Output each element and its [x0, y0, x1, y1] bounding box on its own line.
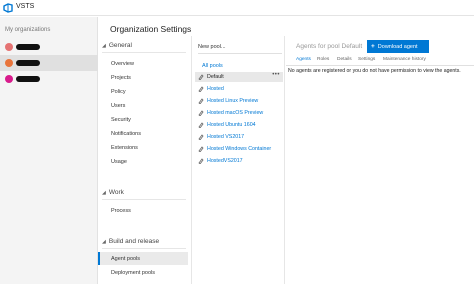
pool-label: Hosted Windows Container — [207, 146, 272, 152]
vsts-logo-icon[interactable] — [3, 3, 13, 13]
nav-item-extensions[interactable]: Extensions — [111, 145, 138, 151]
tab-maintenance-history[interactable]: Maintenance history — [383, 57, 426, 62]
page-title: Organization Settings — [110, 24, 192, 34]
nav-item-policy[interactable]: Policy — [111, 89, 126, 95]
nav-item-usage[interactable]: Usage — [111, 159, 127, 165]
agent-pools-pane: New pool... All pools Default ••• Hosted… — [191, 36, 285, 284]
more-options-icon[interactable]: ••• — [272, 72, 280, 78]
agent-pool-icon — [198, 98, 204, 104]
redacted-org-name — [16, 60, 40, 66]
pool-label: Default — [207, 74, 224, 80]
agent-pool-icon — [198, 86, 204, 92]
nav-section-build-and-release[interactable]: ◢ Build and release — [102, 238, 159, 245]
nav-item-agent-pools[interactable]: Agent pools — [111, 256, 140, 262]
agent-pool-icon — [198, 158, 204, 164]
nav-item-notifications[interactable]: Notifications — [111, 131, 141, 137]
nav-section-label: Build and release — [108, 238, 160, 245]
nav-item-projects[interactable]: Projects — [111, 75, 131, 81]
pool-item-hosted-macos-preview[interactable]: Hosted macOS Preview — [195, 108, 283, 118]
org-avatar — [5, 43, 13, 51]
pool-label: HostedVS2017 — [207, 158, 243, 164]
nav-item-deployment-pools[interactable]: Deployment pools — [111, 270, 155, 276]
divider — [198, 53, 282, 54]
pool-item-hostedvs2017[interactable]: HostedVS2017 — [195, 156, 283, 166]
pool-label: Hosted Ubuntu 1604 — [207, 122, 256, 128]
pool-label: Hosted — [207, 86, 224, 92]
pool-item-hosted-linux-preview[interactable]: Hosted Linux Preview — [195, 96, 283, 106]
divider — [102, 52, 186, 53]
divider — [102, 199, 186, 200]
divider — [286, 65, 474, 66]
agent-pool-icon — [198, 110, 204, 116]
download-agent-button[interactable]: + Download agent — [367, 40, 429, 53]
pool-item-hosted-ubuntu-1604[interactable]: Hosted Ubuntu 1604 — [195, 120, 283, 130]
nav-item-users[interactable]: Users — [111, 103, 125, 109]
empty-state-message: No agents are registered or you do not h… — [288, 68, 461, 74]
pool-item-default[interactable]: Default ••• — [195, 72, 283, 82]
new-pool-button[interactable]: New pool... — [198, 44, 226, 50]
pool-detail-pane: Agents for pool Default + Download agent … — [286, 36, 474, 284]
settings-nav: ◢ General Overview Projects Policy Users … — [98, 36, 190, 284]
agent-pool-icon — [198, 74, 204, 80]
tab-agents[interactable]: Agents — [296, 57, 311, 62]
org-item[interactable] — [0, 39, 98, 55]
top-bar: VSTS — [0, 0, 474, 16]
pool-label: Hosted Linux Preview — [207, 98, 259, 104]
nav-item-overview[interactable]: Overview — [111, 61, 134, 67]
app-name[interactable]: VSTS — [16, 3, 34, 10]
tab-settings[interactable]: Settings — [358, 57, 375, 62]
nav-section-label: General — [108, 42, 132, 49]
plus-icon: + — [371, 43, 375, 50]
chevron-down-icon: ◢ — [102, 190, 106, 196]
chevron-down-icon: ◢ — [102, 239, 106, 245]
nav-item-process[interactable]: Process — [111, 208, 131, 214]
pool-item-hosted-windows-container[interactable]: Hosted Windows Container — [195, 144, 283, 154]
nav-item-security[interactable]: Security — [111, 117, 131, 123]
pool-detail-title: Agents for pool Default — [296, 43, 363, 50]
chevron-down-icon: ◢ — [102, 43, 106, 49]
tab-details[interactable]: Details — [337, 57, 352, 62]
organizations-heading: My organizations — [5, 27, 51, 33]
redacted-org-name — [16, 44, 40, 50]
org-avatar — [5, 75, 13, 83]
pool-label: Hosted VS2017 — [207, 134, 245, 140]
agent-pool-icon — [198, 146, 204, 152]
agent-pool-icon — [198, 134, 204, 140]
tab-roles[interactable]: Roles — [317, 57, 329, 62]
nav-section-general[interactable]: ◢ General — [102, 42, 132, 49]
organizations-pane: My organizations — [0, 17, 98, 284]
divider — [102, 248, 186, 249]
org-avatar — [5, 59, 13, 67]
download-agent-label: Download agent — [377, 43, 418, 50]
pool-label: Hosted macOS Preview — [207, 110, 264, 116]
all-pools-link[interactable]: All pools — [202, 63, 223, 69]
agent-pool-icon — [198, 122, 204, 128]
nav-section-work[interactable]: ◢ Work — [102, 189, 124, 196]
pool-item-hosted-vs2017[interactable]: Hosted VS2017 — [195, 132, 283, 142]
nav-section-label: Work — [108, 189, 124, 196]
pool-item-hosted[interactable]: Hosted — [195, 84, 283, 94]
org-item[interactable] — [0, 71, 98, 87]
redacted-org-name — [16, 76, 40, 82]
org-item-selected[interactable] — [0, 55, 98, 71]
